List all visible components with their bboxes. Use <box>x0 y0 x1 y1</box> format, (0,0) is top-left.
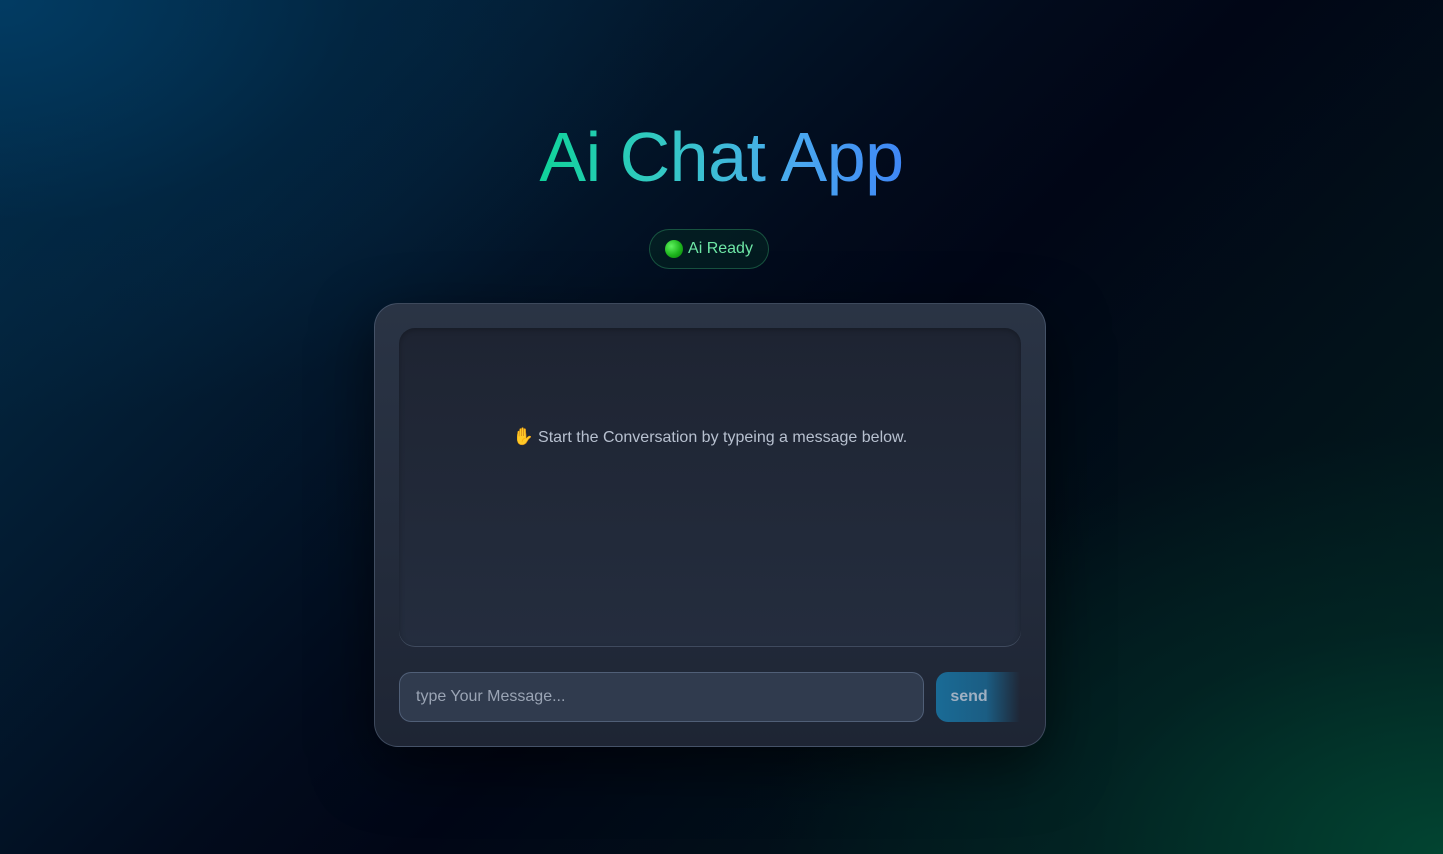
page-title: Ai Chat App <box>0 112 1443 202</box>
messages-area: ✋ Start the Conversation by typeing a mes… <box>399 328 1021 647</box>
chat-card: ✋ Start the Conversation by typeing a mes… <box>374 303 1046 747</box>
green-circle-icon <box>665 240 684 258</box>
empty-state-text: Start the Conversation by typeing a mess… <box>538 429 908 446</box>
page-title-text: Ai Chat App <box>539 118 904 196</box>
status-label: Ai Ready <box>688 240 753 257</box>
status-badge: Ai Ready <box>649 229 769 269</box>
raised-hand-icon: ✋ <box>512 427 535 446</box>
empty-state-message: ✋ Start the Conversation by typeing a mes… <box>399 426 1021 449</box>
message-input[interactable] <box>399 672 924 722</box>
send-button[interactable]: send <box>936 672 1020 722</box>
